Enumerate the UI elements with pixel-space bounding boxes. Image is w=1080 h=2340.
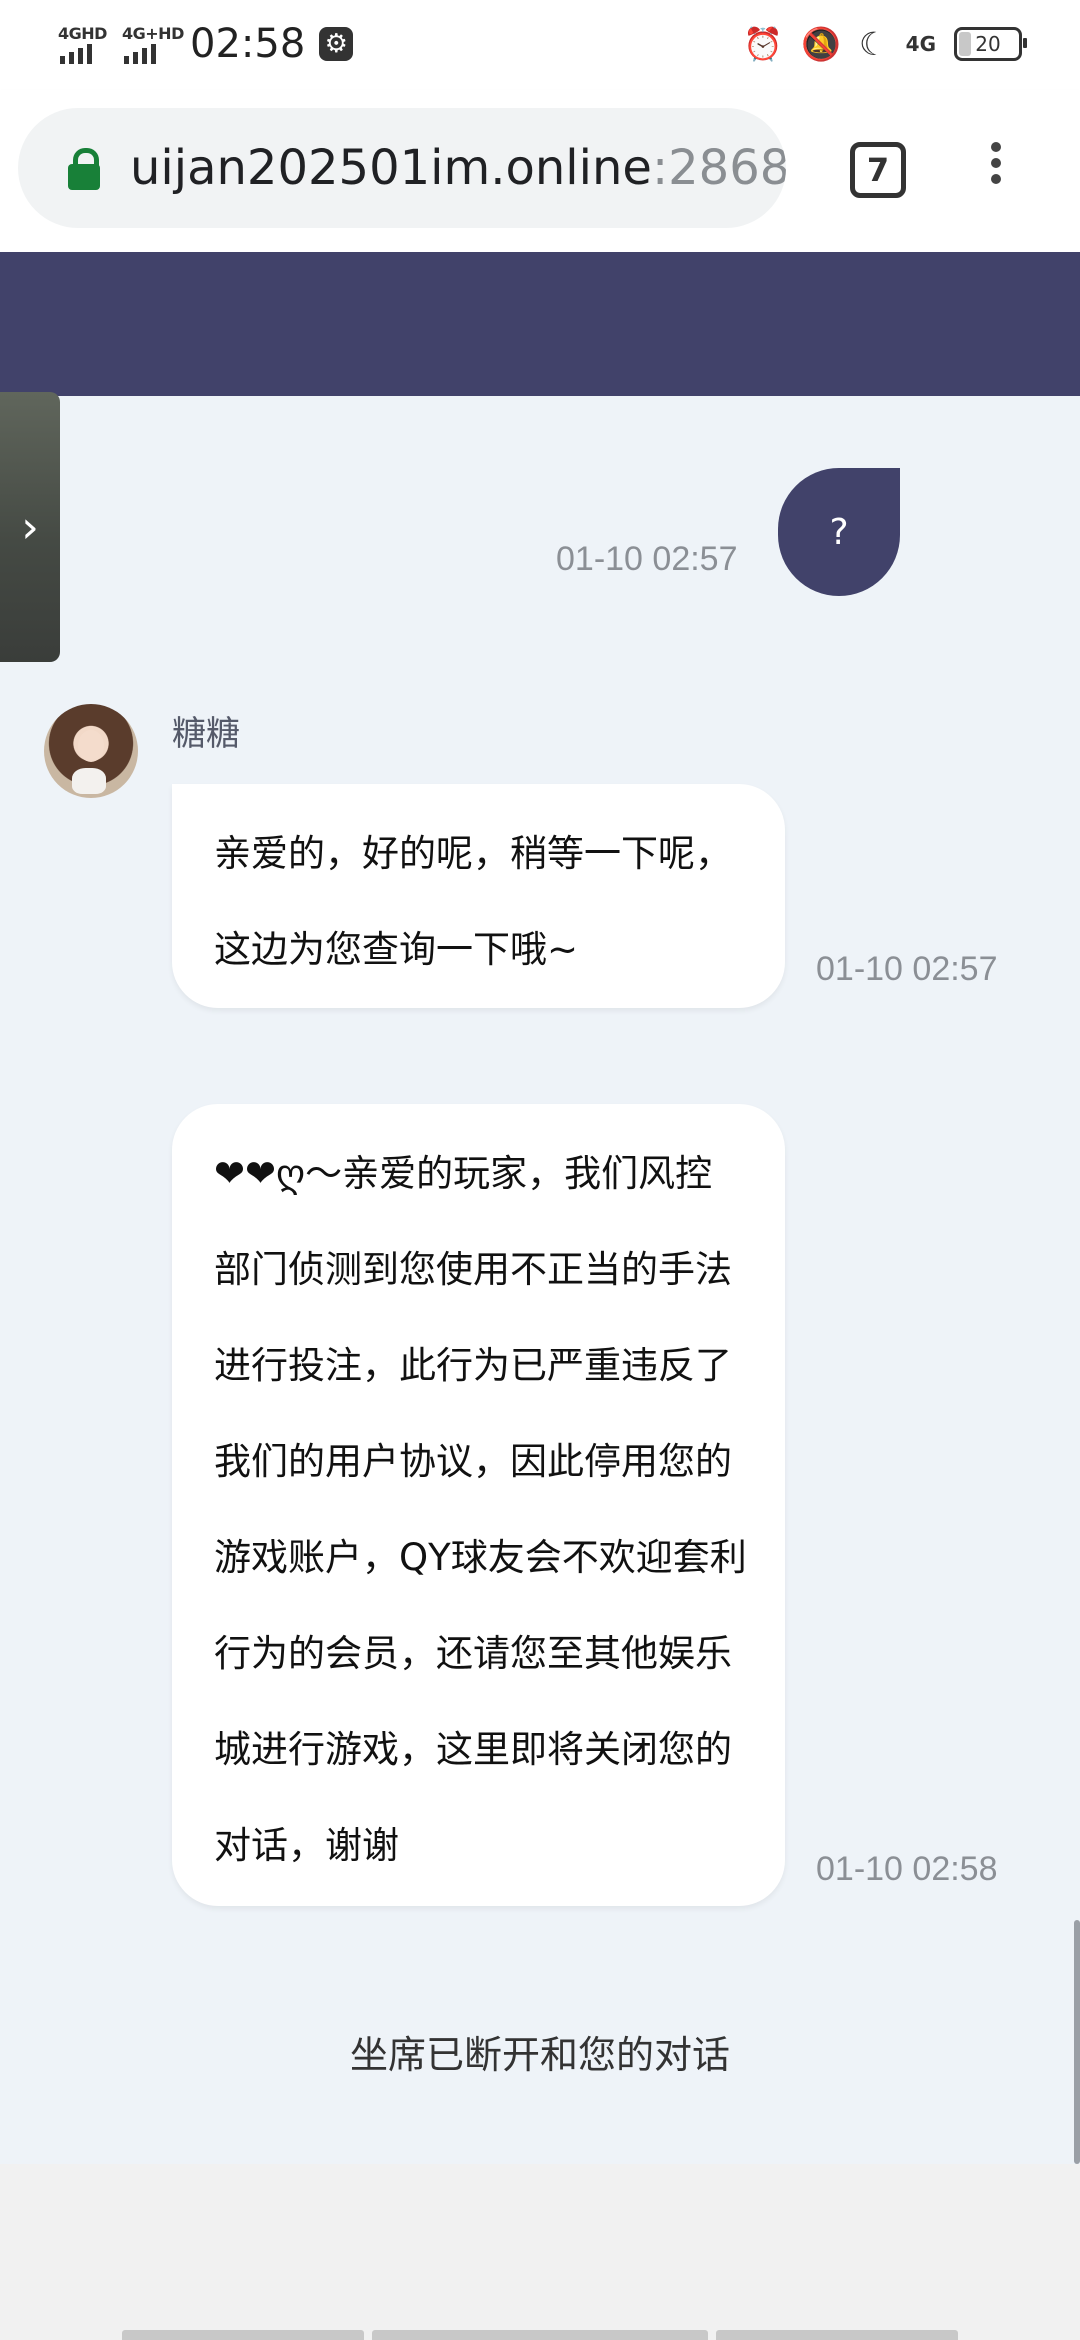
bottom-strip bbox=[372, 2330, 708, 2340]
url-host: uijan202501im.online bbox=[130, 140, 652, 196]
battery-icon: 20 bbox=[954, 27, 1027, 61]
battery-fill bbox=[959, 32, 971, 56]
agent-message-text: 亲爱的，好的呢，稍等一下呢，这边为您查询一下哦~ bbox=[214, 832, 732, 971]
battery-level: 20 bbox=[975, 32, 1001, 56]
agent-name: 糖糖 bbox=[172, 714, 240, 754]
sim2-label: 4G+HD bbox=[122, 24, 184, 43]
message-timestamp: 01-10 02:57 bbox=[556, 540, 738, 578]
sim1-signal-icon: 4GHD bbox=[58, 22, 108, 66]
bell-muted-icon: 🔕 bbox=[801, 25, 841, 63]
agent-message-text: ❤❤ღ～亲爱的玩家，我们风控部门侦测到您使用不正当的手法进行投注，此行为已严重违… bbox=[214, 1152, 747, 1867]
sim2-signal-icon: 4G+HD bbox=[122, 22, 184, 66]
url-port: :28686 bbox=[651, 140, 786, 196]
status-time: 02:58 bbox=[190, 21, 306, 67]
status-bar: 4GHD 4G+HD 02:58 ⚙ ⏰ 🔕 ☾ 4G 20 bbox=[0, 0, 1080, 90]
user-message-bubble: ? bbox=[778, 468, 900, 596]
status-left: 4GHD 4G+HD 02:58 ⚙ bbox=[58, 14, 354, 74]
agent-message-bubble: ❤❤ღ～亲爱的玩家，我们风控部门侦测到您使用不正当的手法进行投注，此行为已严重违… bbox=[172, 1104, 785, 1906]
tab-switcher-button[interactable]: 7 bbox=[850, 142, 906, 198]
chevron-right-icon: › bbox=[21, 501, 39, 553]
moon-icon: ☾ bbox=[858, 25, 888, 63]
more-menu-icon[interactable] bbox=[980, 136, 1012, 200]
browser-toolbar: uijan202501im.online:28686 7 bbox=[0, 90, 1080, 252]
alarm-icon: ⏰ bbox=[743, 25, 784, 63]
agent-avatar[interactable] bbox=[44, 704, 138, 798]
bottom-strip bbox=[122, 2330, 364, 2340]
message-timestamp: 01-10 02:58 bbox=[816, 1850, 998, 1888]
user-message-text: ? bbox=[829, 511, 849, 553]
network-label: 4G bbox=[905, 32, 936, 56]
side-drawer-toggle[interactable]: › bbox=[0, 392, 60, 662]
agent-message-bubble: 亲爱的，好的呢，稍等一下呢，这边为您查询一下哦~ bbox=[172, 784, 785, 1008]
bottom-area bbox=[0, 2164, 1080, 2340]
url-text[interactable]: uijan202501im.online:28686 bbox=[130, 136, 786, 200]
lock-icon[interactable] bbox=[66, 148, 102, 190]
sim1-label: 4GHD bbox=[58, 24, 107, 43]
bottom-strip bbox=[716, 2330, 958, 2340]
message-timestamp: 01-10 02:57 bbox=[816, 950, 998, 988]
status-right: ⏰ 🔕 ☾ 4G 20 bbox=[743, 14, 1027, 74]
tab-count: 7 bbox=[866, 151, 890, 189]
address-bar[interactable]: uijan202501im.online:28686 bbox=[18, 108, 786, 228]
settings-icon: ⚙ bbox=[319, 27, 354, 61]
system-notice: 坐席已断开和您的对话 bbox=[349, 2033, 730, 2077]
app-header bbox=[0, 252, 1080, 396]
